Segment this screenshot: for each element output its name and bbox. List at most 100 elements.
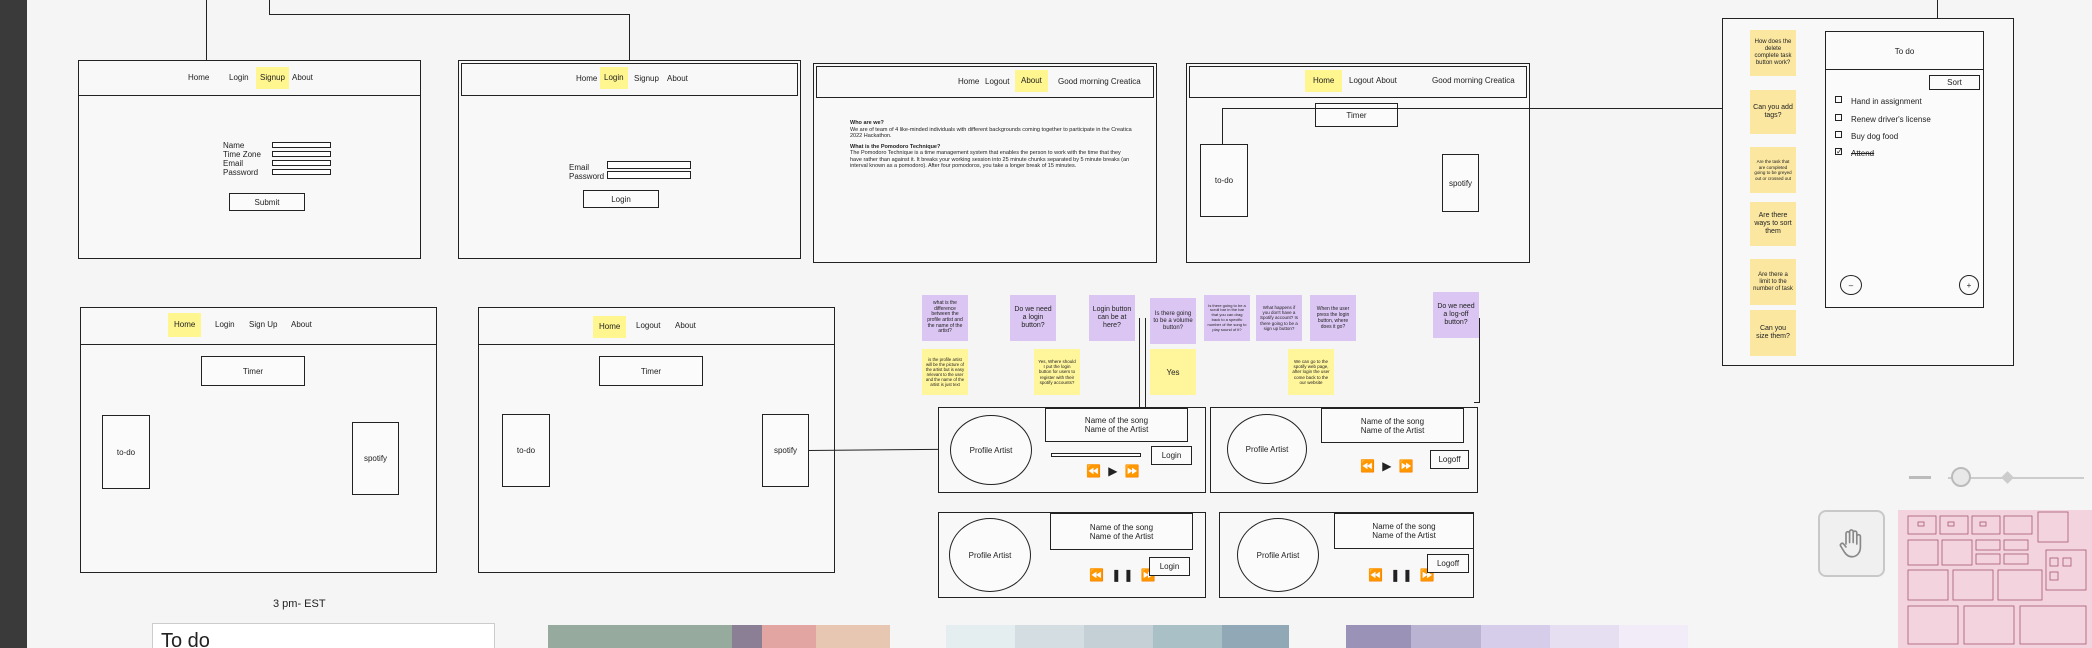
- playback-controls[interactable]: ⏪ ▶ ⏩: [1086, 465, 1142, 477]
- sticky-note-answer[interactable]: Yes: [1150, 349, 1196, 395]
- spotify-box[interactable]: spotify: [1442, 154, 1479, 212]
- hand-icon: [1839, 528, 1861, 558]
- nav-login[interactable]: Login: [213, 319, 237, 331]
- timezone-field[interactable]: [272, 151, 331, 157]
- progress-bar[interactable]: [1051, 453, 1141, 457]
- name-label: Name: [223, 141, 245, 150]
- nav-signup[interactable]: Signup: [632, 73, 661, 85]
- minimap-thumbnail: [1907, 511, 2087, 645]
- email-field[interactable]: [272, 160, 331, 166]
- color-swatch[interactable]: [1084, 625, 1153, 648]
- nav-about[interactable]: About: [289, 319, 314, 331]
- todo-card[interactable]: To do: [152, 623, 495, 648]
- nav-about[interactable]: About: [665, 73, 690, 85]
- sticky-note-question[interactable]: Do we need a log-off button?: [1433, 292, 1479, 338]
- sticky-note-answer[interactable]: Yes, Where should I put the login button…: [1034, 349, 1080, 395]
- color-swatch[interactable]: [762, 625, 816, 648]
- nav-logout[interactable]: Logout: [983, 76, 1011, 88]
- color-swatch[interactable]: [1222, 625, 1289, 648]
- spotify-box[interactable]: spotify: [352, 422, 399, 495]
- sticky-note[interactable]: Can you add tags?: [1750, 90, 1796, 134]
- color-swatch[interactable]: [548, 625, 732, 648]
- color-swatch[interactable]: [816, 625, 890, 648]
- sticky-note-question[interactable]: When the user press the login button, wh…: [1310, 295, 1356, 341]
- song-name: Name of the song: [1084, 416, 1149, 425]
- sticky-note[interactable]: Are there ways to sort them: [1750, 202, 1796, 246]
- playback-controls[interactable]: ⏪ ▶ ⏩: [1360, 460, 1416, 472]
- timer-box[interactable]: Timer: [201, 356, 305, 386]
- task-checkbox[interactable]: [1835, 131, 1842, 138]
- logoff-button[interactable]: Logoff: [1430, 450, 1469, 469]
- nav-bar: Home Logout About Good morning Creatica: [816, 66, 1154, 98]
- timer-box[interactable]: Timer: [1315, 103, 1398, 127]
- sticky-note-question[interactable]: Is there going to be a volume button?: [1150, 298, 1196, 344]
- nav-home[interactable]: Home: [956, 76, 981, 88]
- nav-about[interactable]: About: [1015, 70, 1048, 92]
- nav-home[interactable]: Home: [593, 316, 627, 338]
- color-swatch[interactable]: [1015, 625, 1084, 648]
- playback-controls[interactable]: ⏪ ❚❚ ⏩: [1089, 569, 1158, 581]
- sticky-note-question[interactable]: Do we need a login button?: [1010, 295, 1056, 341]
- sticky-note-question[interactable]: what is the difference between the profi…: [922, 295, 968, 341]
- sticky-note[interactable]: How does the delete complete task button…: [1750, 30, 1796, 76]
- password-field[interactable]: [607, 171, 691, 179]
- login-button[interactable]: Login: [583, 190, 659, 208]
- sticky-note-question[interactable]: What happens if you don't have a Spotify…: [1256, 295, 1302, 341]
- add-task-button[interactable]: +: [1959, 275, 1979, 295]
- zoom-slider-handle[interactable]: [1951, 467, 1971, 487]
- hand-tool-button[interactable]: [1818, 510, 1885, 577]
- connector-line: [1937, 0, 1938, 18]
- task-checkbox[interactable]: [1835, 96, 1842, 103]
- color-swatch[interactable]: [1411, 625, 1481, 648]
- sticky-note[interactable]: Are there a limit to the number of task: [1750, 259, 1796, 305]
- nav-logout[interactable]: Logout: [634, 320, 662, 332]
- zoom-out-icon[interactable]: [1909, 476, 1931, 479]
- minimap[interactable]: [1898, 510, 2092, 648]
- artist-name: Name of the Artist: [1084, 425, 1149, 434]
- sticky-note-question[interactable]: Is there going to be a scroll bar in the…: [1204, 295, 1250, 341]
- nav-about[interactable]: About: [673, 320, 698, 332]
- nav-signup[interactable]: Signup: [256, 67, 289, 89]
- timer-box[interactable]: Timer: [599, 356, 703, 386]
- nav-home[interactable]: Home: [1305, 70, 1343, 92]
- nav-home[interactable]: Home: [186, 72, 211, 84]
- nav-login[interactable]: Login: [600, 67, 628, 89]
- color-swatch[interactable]: [1619, 625, 1688, 648]
- sticky-note-answer[interactable]: is the profile artist will be the pictur…: [922, 349, 968, 395]
- nav-login[interactable]: Login: [227, 72, 251, 84]
- sticky-note[interactable]: Are the task that are completed going to…: [1750, 147, 1796, 193]
- color-swatch[interactable]: [1153, 625, 1222, 648]
- nav-about[interactable]: About: [290, 72, 315, 84]
- sticky-note-answer[interactable]: We can go to the spotify web page, after…: [1288, 349, 1334, 395]
- login-button[interactable]: Login: [1151, 446, 1192, 465]
- nav-logout[interactable]: Logout: [1347, 75, 1375, 87]
- todo-box[interactable]: to-do: [502, 414, 550, 487]
- color-swatch[interactable]: [1550, 625, 1619, 648]
- connector-line: [269, 0, 270, 14]
- nav-home[interactable]: Home: [168, 313, 202, 337]
- email-field[interactable]: [607, 161, 691, 169]
- name-field[interactable]: [272, 142, 331, 148]
- submit-button[interactable]: Submit: [229, 193, 305, 211]
- color-swatch[interactable]: [946, 625, 1015, 648]
- login-button[interactable]: Login: [1149, 557, 1190, 576]
- logoff-button[interactable]: Logoff: [1427, 554, 1469, 573]
- nav-about[interactable]: About: [1374, 75, 1399, 87]
- password-field[interactable]: [272, 169, 331, 175]
- color-swatch[interactable]: [732, 625, 762, 648]
- song-name: Name of the song: [1372, 522, 1436, 531]
- task-checkbox[interactable]: [1835, 114, 1842, 121]
- color-swatch[interactable]: [1481, 625, 1550, 648]
- remove-task-button[interactable]: –: [1840, 275, 1862, 295]
- sticky-note[interactable]: Can you size them?: [1750, 310, 1796, 356]
- spotify-box[interactable]: spotify: [762, 414, 809, 487]
- sticky-note-question[interactable]: Login button can be at here?: [1089, 295, 1135, 341]
- todo-box[interactable]: to-do: [1200, 144, 1248, 217]
- todo-box[interactable]: to-do: [102, 415, 150, 489]
- wireframe-signup: Home Login Signup About Name Time Zone E…: [78, 60, 421, 259]
- nav-signup[interactable]: Sign Up: [247, 319, 279, 331]
- nav-home[interactable]: Home: [574, 73, 599, 85]
- sort-button[interactable]: Sort: [1929, 75, 1980, 90]
- greeting-text: Good morning Creatica: [1058, 77, 1141, 86]
- task-checkbox-checked[interactable]: ✓: [1835, 148, 1843, 156]
